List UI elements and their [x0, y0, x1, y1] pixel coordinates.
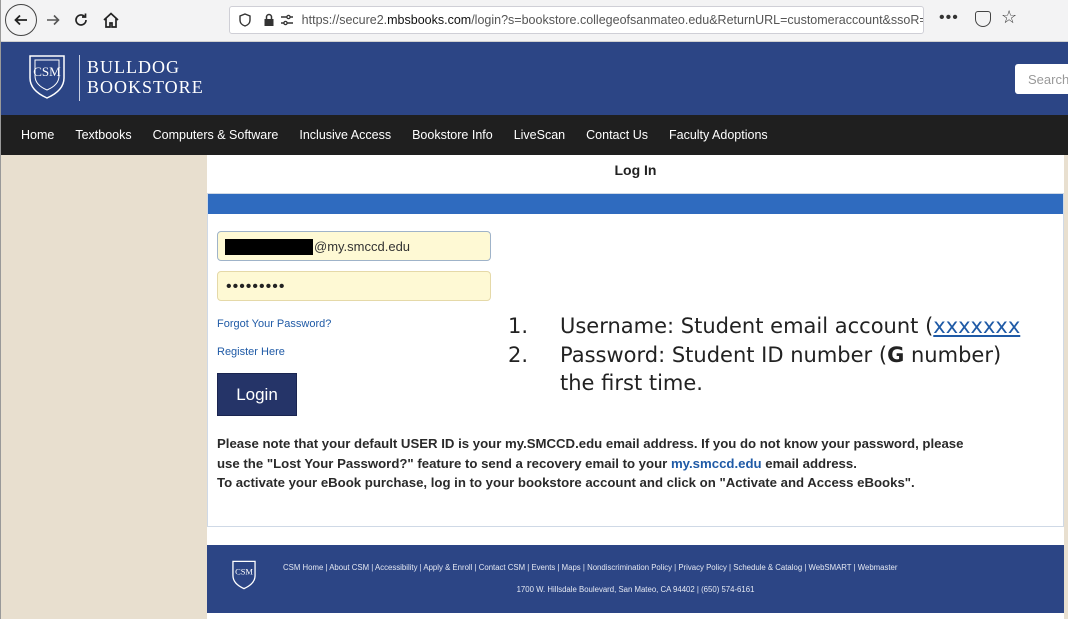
logo-text: CSM: [33, 64, 61, 79]
email-domain-text: @my.smccd.edu: [314, 239, 411, 254]
url-prefix: https://secure2.: [301, 13, 388, 27]
home-icon: [103, 12, 119, 28]
nav-textbooks[interactable]: Textbooks: [75, 128, 131, 142]
nav-contact-us[interactable]: Contact Us: [586, 128, 648, 142]
back-arrow-icon: [14, 14, 27, 26]
instruction-text-2-bold: G: [887, 342, 905, 367]
lock-icon[interactable]: [260, 13, 278, 27]
search-input[interactable]: Search: [1015, 64, 1068, 94]
forward-button[interactable]: [41, 7, 65, 33]
brand-line-1: BULLDOG: [87, 57, 180, 77]
instruction-text-1: Username: Student email account (xxxxxxx: [560, 312, 1020, 341]
left-sidebar-background: [1, 155, 207, 619]
redaction-box: [225, 239, 313, 255]
instruction-item-1: 1. Username: Student email account (xxxx…: [508, 312, 1068, 341]
instructions-overlay: 1. Username: Student email account (xxxx…: [508, 312, 1068, 398]
back-button[interactable]: [5, 4, 37, 36]
note-line-2-b: email address.: [761, 455, 857, 471]
login-note: Please note that your default USER ID is…: [217, 434, 1062, 493]
instruction-number-2: 2.: [508, 342, 529, 367]
note-line-2-a: use the "Lost Your Password?" feature to…: [217, 455, 671, 471]
home-button[interactable]: [97, 7, 125, 33]
nav-bookstore-info[interactable]: Bookstore Info: [412, 128, 493, 142]
instruction-text-2: Password: Student ID number (G number): [560, 341, 1001, 370]
nav-home[interactable]: Home: [21, 128, 54, 142]
password-field[interactable]: •••••••••: [217, 271, 491, 301]
instruction-email-link[interactable]: xxxxxxx: [933, 314, 1020, 338]
shield-icon[interactable]: [236, 13, 254, 27]
url-path: /login?s=bookstore.collegeofsanmateo.edu…: [471, 13, 923, 27]
nav-inclusive-access[interactable]: Inclusive Access: [299, 128, 391, 142]
page-title: Log In: [614, 162, 657, 178]
nav-livescan[interactable]: LiveScan: [514, 128, 565, 142]
instruction-number-1: 1.: [508, 314, 529, 338]
browser-toolbar: https://secure2.mbsbooks.com/login?s=boo…: [1, 0, 1068, 42]
instruction-text-2-a: Password: Student ID number (: [560, 342, 888, 367]
note-line-2: use the "Lost Your Password?" feature to…: [217, 454, 1062, 474]
login-button[interactable]: Login: [217, 373, 297, 416]
forgot-password-link[interactable]: Forgot Your Password?: [217, 318, 331, 330]
instruction-text-2-b: number): [904, 342, 1002, 367]
instruction-item-2-continued: the first time.: [560, 371, 703, 395]
url-bar[interactable]: https://secure2.mbsbooks.com/login?s=boo…: [229, 6, 924, 34]
bookmark-star-icon[interactable]: ☆: [1001, 7, 1017, 28]
nav-faculty-adoptions[interactable]: Faculty Adoptions: [669, 128, 768, 142]
panel-header-bar: [208, 194, 1063, 214]
footer-links[interactable]: CSM Home | About CSM | Accessibility | A…: [283, 563, 898, 572]
note-smccd-link[interactable]: my.smccd.edu: [671, 456, 762, 471]
register-link[interactable]: Register Here: [217, 346, 285, 358]
brand-line-2: BOOKSTORE: [87, 77, 204, 97]
logo-divider: [79, 55, 80, 101]
page-actions-menu-icon[interactable]: •••: [939, 9, 959, 27]
url-domain: mbsbooks.com: [387, 13, 472, 27]
brand-name[interactable]: BULLDOG BOOKSTORE: [87, 57, 204, 97]
nav-computers-software[interactable]: Computers & Software: [153, 128, 279, 142]
instruction-text-1-body: Username: Student email account (: [560, 314, 934, 338]
note-line-3: To activate your eBook purchase, log in …: [217, 475, 915, 490]
password-mask: •••••••••: [226, 278, 286, 295]
reload-button[interactable]: [69, 7, 93, 33]
forward-arrow-icon: [47, 14, 60, 26]
page: https://secure2.mbsbooks.com/login?s=boo…: [0, 0, 1068, 619]
site-header: CSM BULLDOG BOOKSTORE Search: [1, 42, 1068, 115]
pocket-icon[interactable]: [975, 11, 991, 27]
email-field[interactable]: @my.smccd.edu: [217, 231, 491, 261]
note-line-1: Please note that your default USER ID is…: [217, 436, 964, 451]
reload-icon: [75, 13, 87, 26]
footer-address: 1700 W. Hillsdale Boulevard, San Mateo, …: [516, 585, 755, 594]
footer-logo-text: CSM: [235, 566, 253, 576]
permissions-icon[interactable]: [278, 14, 296, 26]
site-footer: CSM CSM Home | About CSM | Accessibility…: [207, 545, 1064, 613]
csm-shield-logo[interactable]: CSM: [27, 54, 67, 100]
url-text[interactable]: https://secure2.mbsbooks.com/login?s=boo…: [302, 13, 923, 27]
instruction-item-2: 2. Password: Student ID number (G number…: [508, 341, 1068, 370]
main-nav: Home Textbooks Computers & Software Incl…: [1, 115, 1068, 155]
